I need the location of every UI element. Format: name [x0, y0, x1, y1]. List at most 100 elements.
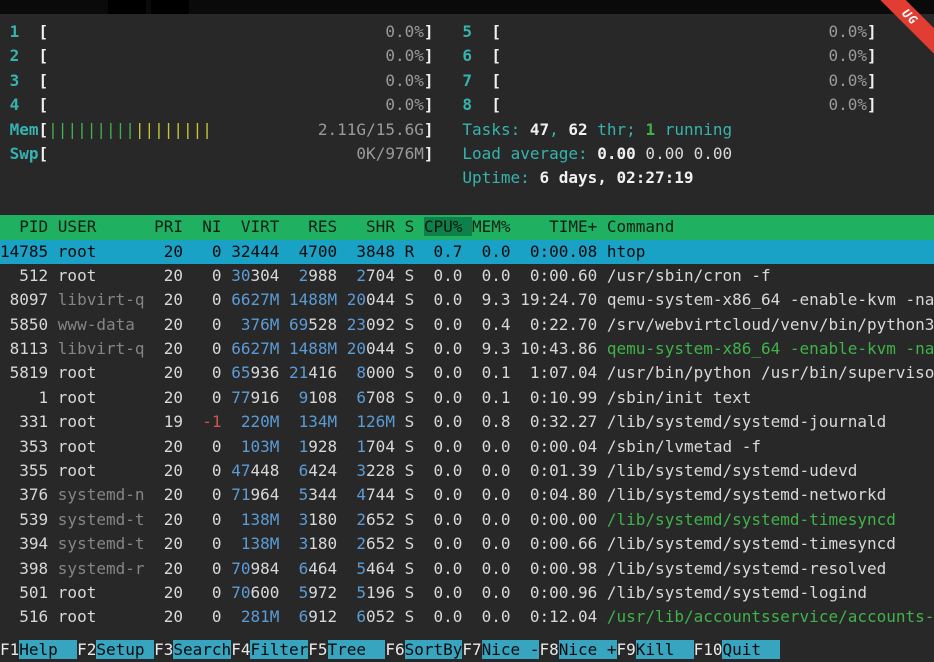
process-row-355[interactable]: 355 root 20 0 47448 6424 3228 S 0.0 0.0 … [0, 459, 934, 483]
fkey-label: Help [19, 640, 77, 659]
column-header-user[interactable]: USER [58, 217, 154, 236]
res-cell: 1488M [289, 339, 347, 358]
pid-cell: 394 [0, 534, 58, 553]
process-row-376[interactable]: 376 systemd-n 20 0 71964 5344 4744 S 0.0… [0, 483, 934, 507]
process-row-501[interactable]: 501 root 20 0 70600 5972 5196 S 0.0 0.0 … [0, 581, 934, 605]
fkey-f9[interactable]: F9Kill [617, 640, 694, 659]
meter-open-bracket: [ [472, 22, 501, 41]
shr-cell-low: 704 [366, 266, 405, 285]
time-cell: 0:00.96 [520, 583, 607, 602]
cpu-percent-cell: 0.0 [424, 534, 472, 553]
column-header-command[interactable]: Command [607, 217, 934, 236]
pid-cell: 14785 [0, 242, 58, 261]
fkey-f4[interactable]: F4Filter [231, 640, 308, 659]
fkey-label: Quit [722, 640, 780, 659]
column-header-time[interactable]: TIME+ [520, 217, 607, 236]
function-key-bar: F1Help F2Setup F3SearchF4FilterF5Tree F6… [0, 638, 934, 662]
spacer [434, 144, 463, 163]
fkey-f2[interactable]: F2Setup [77, 640, 154, 659]
process-row-516[interactable]: 516 root 20 0 281M 6912 6052 S 0.0 0.0 0… [0, 605, 934, 629]
meter-close-bracket: ] [867, 95, 877, 114]
column-header-mem[interactable]: MEM% [472, 217, 520, 236]
pri-cell: 20 [154, 339, 193, 358]
process-row-394[interactable]: 394 systemd-t 20 0 138M 3180 2652 S 0.0 … [0, 532, 934, 556]
process-row-512[interactable]: 512 root 20 0 30304 2988 2704 S 0.0 0.0 … [0, 264, 934, 288]
pri-cell: 20 [154, 534, 193, 553]
ni-cell: 0 [193, 510, 232, 529]
time-cell: 0:22.70 [520, 315, 607, 334]
shr-cell: 2 [347, 266, 366, 285]
meter-open-bracket: [ [19, 71, 48, 90]
shr-cell-low: 052 [366, 607, 405, 626]
process-row-8097[interactable]: 8097 libvirt-q 20 0 6627M 1488M 20044 S … [0, 288, 934, 312]
column-header-cpu[interactable]: CPU% [424, 217, 472, 236]
tasks-thread-count: 62 [568, 120, 587, 139]
cpu-percent-cell: 0.0 [424, 607, 472, 626]
swp-meter-value: 0K/976M [48, 144, 424, 163]
state-cell: S [405, 315, 424, 334]
process-row-353[interactable]: 353 root 20 0 103M 1928 1704 S 0.0 0.0 0… [0, 435, 934, 459]
cpu-percent-cell: 0.7 [424, 242, 472, 261]
ni-cell: 0 [193, 437, 232, 456]
fkey-number: F1 [0, 640, 19, 659]
mem-percent-cell: 0.0 [472, 242, 520, 261]
process-row-398[interactable]: 398 systemd-r 20 0 70984 6464 5464 S 0.0… [0, 557, 934, 581]
virt-cell: 32 [231, 242, 250, 261]
cpu-percent-cell: 0.0 [424, 559, 472, 578]
command-cell: /usr/sbin/cron -f [607, 266, 771, 285]
shr-cell: 2 [347, 534, 366, 553]
meter-close-bracket: ] [424, 95, 434, 114]
cpu-percent-cell: 0.0 [424, 510, 472, 529]
cpu-meter-value: 0.0% [501, 71, 867, 90]
process-row-331[interactable]: 331 root 19 -1 220M 134M 126M S 0.0 0.8 … [0, 410, 934, 434]
fkey-f7[interactable]: F7Nice - [462, 640, 539, 659]
cpu-percent-cell: 0.0 [424, 485, 472, 504]
column-header-pid[interactable]: PID [0, 217, 58, 236]
meter-open-bracket: [ [39, 144, 49, 163]
virt-cell: 376M [231, 315, 289, 334]
process-row-5850[interactable]: 5850 www-data 20 0 376M 69528 23092 S 0.… [0, 313, 934, 337]
virt-cell: 70 [231, 559, 250, 578]
pri-cell: 20 [154, 363, 193, 382]
fkey-f6[interactable]: F6SortBy [385, 640, 462, 659]
fkey-f5[interactable]: F5Tree [308, 640, 385, 659]
column-header-s[interactable]: S [405, 217, 424, 236]
process-row-1[interactable]: 1 root 20 0 77916 9108 6708 S 0.0 0.1 0:… [0, 386, 934, 410]
command-cell: /lib/systemd/systemd-networkd [607, 485, 886, 504]
htop-screen: { "window": { "ribbon_text": "UG" }, "he… [0, 0, 934, 662]
column-header-res[interactable]: RES [289, 217, 347, 236]
cpu-meter-value: 0.0% [48, 95, 424, 114]
spacer [434, 46, 463, 65]
fkey-number: F6 [385, 640, 404, 659]
fkey-f1[interactable]: F1Help [0, 640, 77, 659]
fkey-f10[interactable]: F10Quit [694, 640, 781, 659]
pid-cell: 5850 [0, 315, 58, 334]
column-header-ni[interactable]: NI [193, 217, 232, 236]
shr-cell-low: 000 [366, 363, 405, 382]
column-header-shr[interactable]: SHR [347, 217, 405, 236]
table-header-row: PID USER PRI NI VIRT RES SHR S CPU% MEM%… [0, 215, 934, 239]
shr-cell: 6 [347, 607, 366, 626]
process-row-539[interactable]: 539 systemd-t 20 0 138M 3180 2652 S 0.0 … [0, 508, 934, 532]
mem-percent-cell: 0.8 [472, 412, 520, 431]
meter-close-bracket: ] [867, 71, 877, 90]
column-header-pri[interactable]: PRI [154, 217, 193, 236]
process-row-8113[interactable]: 8113 libvirt-q 20 0 6627M 1488M 20044 S … [0, 337, 934, 361]
process-row-5819[interactable]: 5819 root 20 0 65936 21416 8000 S 0.0 0.… [0, 361, 934, 385]
user-cell: systemd-t [58, 534, 154, 553]
ni-cell: 0 [193, 290, 232, 309]
ni-cell: 0 [193, 388, 232, 407]
time-cell: 0:00.08 [520, 242, 607, 261]
fkey-f3[interactable]: F3Search [154, 640, 231, 659]
process-row-14785[interactable]: 14785 root 20 0 32444 4700 3848 R 0.7 0.… [0, 240, 934, 264]
virt-cell: 77 [231, 388, 250, 407]
topbar-segment [151, 0, 189, 14]
column-header-virt[interactable]: VIRT [231, 217, 289, 236]
fkey-f8[interactable]: F8Nice + [539, 640, 616, 659]
shr-cell: 8 [347, 363, 366, 382]
res-cell-low: 928 [308, 437, 347, 456]
meter-close-bracket: ] [424, 120, 434, 139]
ni-cell: -1 [193, 412, 232, 431]
time-cell: 19:24.70 [520, 290, 607, 309]
shr-cell-low: 652 [366, 534, 405, 553]
